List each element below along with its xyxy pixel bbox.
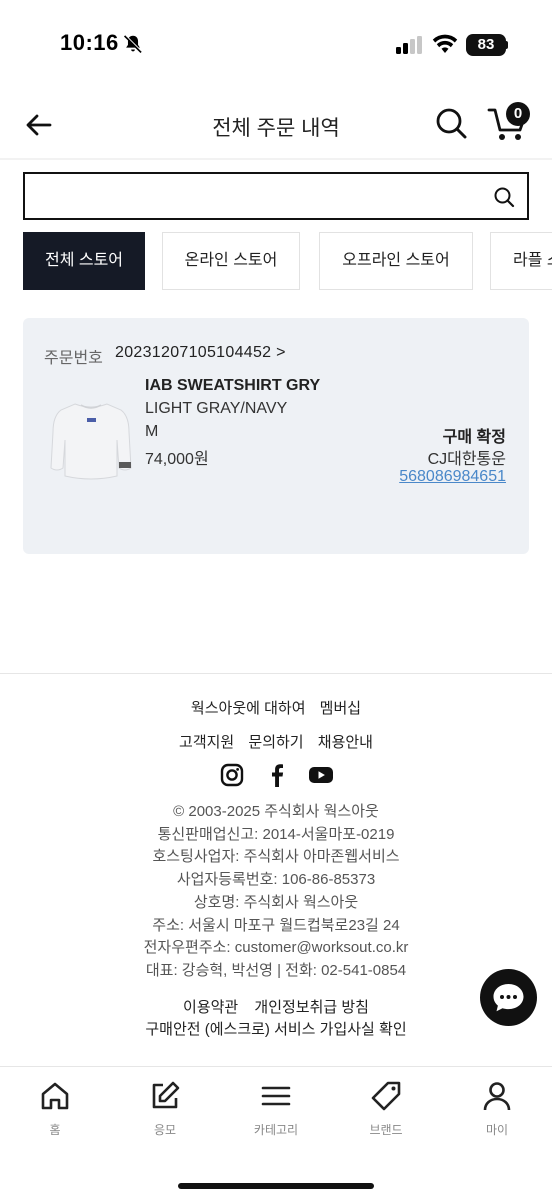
product-color: LIGHT GRAY/NAVY xyxy=(145,400,288,417)
product-name[interactable]: IAB SWEATSHIRT GRY xyxy=(145,377,320,395)
user-icon xyxy=(483,1082,511,1111)
nav-category[interactable]: 카테고리 xyxy=(236,1079,316,1149)
privacy-policy-link[interactable]: 개인정보취급 방침 xyxy=(254,999,369,1016)
nav-brand-label: 브랜드 xyxy=(369,1123,403,1137)
store-tabs: 전체 스토어 온라인 스토어 오프라인 스토어 라플 스 xyxy=(23,232,552,290)
header: 전체 주문 내역 0 xyxy=(0,90,552,160)
membership-link[interactable]: 멤버십 xyxy=(320,700,361,717)
nav-draw-label: 응모 xyxy=(153,1123,177,1137)
tab-raffle-store[interactable]: 라플 스 xyxy=(490,232,552,290)
chat-bubble-icon xyxy=(493,984,524,1012)
nav-category-label: 카테고리 xyxy=(253,1123,299,1137)
instagram-icon[interactable] xyxy=(220,762,244,788)
signal-icon xyxy=(396,36,422,54)
status-time: 10:16 xyxy=(60,30,119,55)
terms-link[interactable]: 이용약관 xyxy=(183,999,238,1016)
escrow-link[interactable]: 구매안전 (에스크로) 서비스 가입사실 확인 xyxy=(0,1018,552,1039)
home-indicator xyxy=(178,1183,374,1189)
tab-offline-store[interactable]: 오프라인 스토어 xyxy=(319,232,473,290)
product-price: 74,000원 xyxy=(145,451,209,468)
tab-all-store[interactable]: 전체 스토어 xyxy=(23,232,145,290)
tag-icon xyxy=(371,1081,401,1111)
status-bar: 10:16 83 xyxy=(0,0,552,90)
tab-online-store[interactable]: 온라인 스토어 xyxy=(162,232,300,290)
search-submit-icon[interactable] xyxy=(491,184,517,210)
product-size: M xyxy=(145,423,159,440)
nav-my-label: 마이 xyxy=(485,1123,509,1137)
wifi-icon xyxy=(432,34,458,53)
order-number-label: 주문번호 xyxy=(44,350,103,367)
cart-count-badge: 0 xyxy=(506,102,530,126)
company-name: 상호명: 주식회사 웍스아웃 xyxy=(193,893,359,911)
battery-tip xyxy=(505,41,508,49)
hosting-provider: 호스팅사업자: 주식회사 아마존웹서비스 xyxy=(152,848,400,866)
bell-muted-icon xyxy=(123,34,143,54)
company-email: 전자우편주소: customer@worksout.co.kr xyxy=(143,939,409,957)
order-status: 구매 확정 xyxy=(442,429,506,446)
bottom-nav: 홈 응모 카테고리 브랜드 마이 xyxy=(0,1066,552,1200)
business-registration: 사업자등록번호: 106-86-85373 xyxy=(176,871,376,889)
footer-links-row1: 웍스아웃에 대하여 멤버십 xyxy=(0,697,552,718)
home-icon xyxy=(41,1082,69,1110)
product-image[interactable] xyxy=(49,396,133,482)
nav-brand[interactable]: 브랜드 xyxy=(346,1079,426,1149)
footer-divider xyxy=(0,673,552,674)
company-representative-phone: 대표: 강승혁, 박선영 | 전화: 02-541-0854 xyxy=(145,961,407,979)
search-icon[interactable] xyxy=(432,104,470,142)
nav-draw[interactable]: 응모 xyxy=(125,1079,205,1149)
menu-icon xyxy=(261,1086,291,1106)
nav-home[interactable]: 홈 xyxy=(15,1079,95,1149)
tracking-number-link[interactable]: 568086984651 xyxy=(399,468,506,486)
chat-button[interactable] xyxy=(480,969,537,1026)
facebook-icon[interactable] xyxy=(266,762,288,788)
careers-link[interactable]: 채용안내 xyxy=(318,734,373,751)
order-search-input[interactable] xyxy=(35,180,475,212)
battery-level: 83 xyxy=(466,34,506,56)
copyright-text: © 2003-2025 주식회사 웍스아웃 xyxy=(173,803,379,820)
policy-links-row1: 이용약관 개인정보취급 방침 xyxy=(0,996,552,1017)
about-link[interactable]: 웍스아웃에 대하여 xyxy=(191,700,306,717)
company-address: 주소: 서울시 마포구 월드컵북로23길 24 xyxy=(152,916,400,934)
order-card: 주문번호 20231207105104452 > IAB SWEATSHIRT … xyxy=(23,318,529,554)
mail-order-registration: 통신판매업신고: 2014-서울마포-0219 xyxy=(157,825,395,843)
footer-links-row2: 고객지원 문의하기 채용안내 xyxy=(0,731,552,752)
courier-name: CJ대한통운 xyxy=(427,451,506,468)
company-info: © 2003-2025 주식회사 웍스아웃 통신판매업신고: 2014-서울마포… xyxy=(0,801,552,983)
order-search-box xyxy=(23,172,529,220)
nav-home-label: 홈 xyxy=(49,1123,61,1137)
youtube-icon[interactable] xyxy=(308,762,334,788)
inquiry-link[interactable]: 문의하기 xyxy=(248,734,303,751)
edit-icon xyxy=(152,1081,180,1109)
customer-support-link[interactable]: 고객지원 xyxy=(179,734,234,751)
order-number-link[interactable]: 20231207105104452 > xyxy=(115,344,286,362)
nav-my[interactable]: 마이 xyxy=(457,1079,537,1149)
